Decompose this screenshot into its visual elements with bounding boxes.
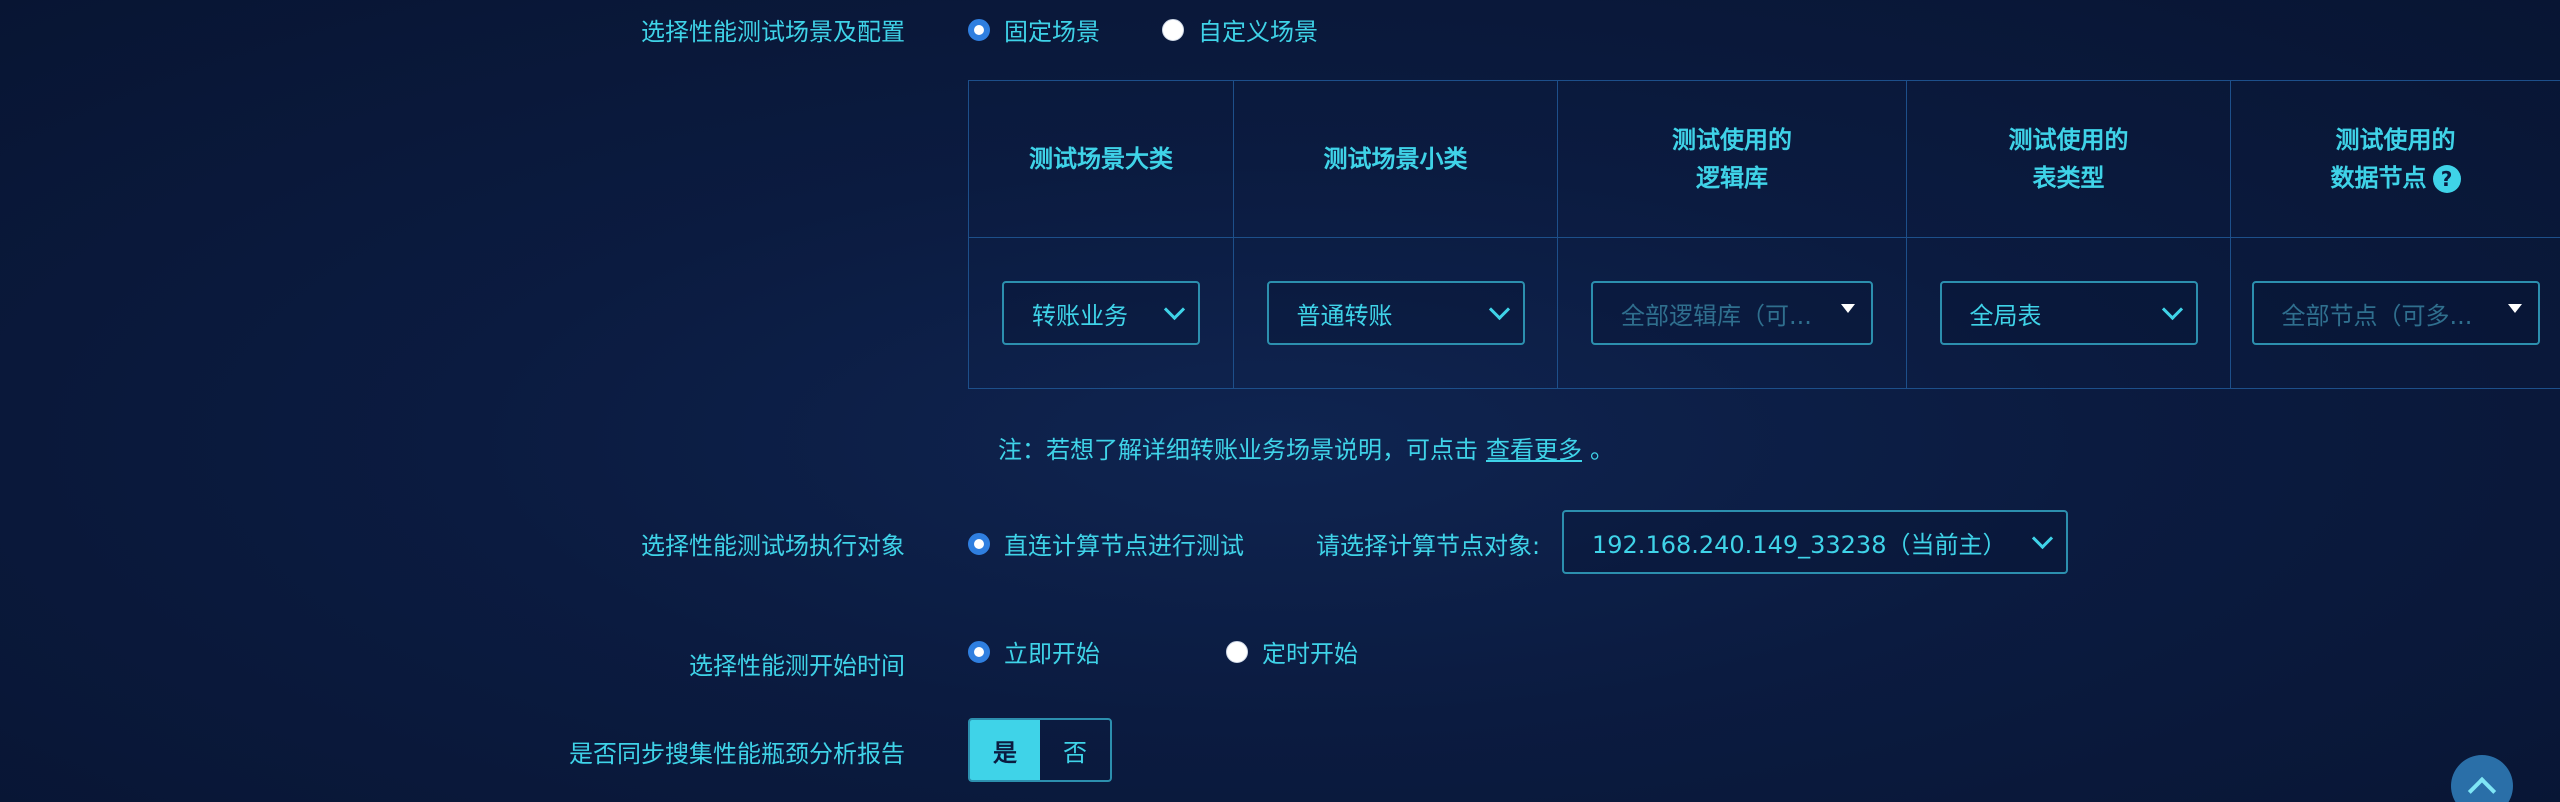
radio-direct-compute-node[interactable]: 直连计算节点进行测试 xyxy=(968,526,1244,561)
compute-node-select[interactable]: 192.168.240.149_33238（当前主） xyxy=(1562,510,2068,574)
radio-label: 定时开始 xyxy=(1262,640,1358,668)
help-icon[interactable]: ? xyxy=(2432,165,2461,193)
scenario-config-table: 测试场景大类 测试场景小类 测试使用的 逻辑库 测试使用的 表类型 测试使用的 数据节… xyxy=(968,80,2560,389)
caret-down-icon xyxy=(1841,303,1855,313)
report-row-label: 是否同步搜集性能瓶颈分析报告 xyxy=(569,740,905,768)
subcategory-select[interactable]: 普通转账 xyxy=(1266,281,1525,345)
radio-label: 自定义场景 xyxy=(1198,18,1318,46)
radio-label: 直连计算节点进行测试 xyxy=(1004,532,1244,560)
scenario-row-label: 选择性能测试场景及配置 xyxy=(641,18,905,46)
note-suffix: 。 xyxy=(1590,436,1614,464)
radio-start-scheduled[interactable]: 定时开始 xyxy=(1226,634,1358,669)
header-data-node: 测试使用的 数据节点? xyxy=(2230,80,2560,238)
logic-db-multiselect[interactable]: 全部逻辑库（可... xyxy=(1591,281,1873,345)
cell-subcategory: 普通转账 xyxy=(1233,237,1558,389)
report-toggle: 是 否 xyxy=(968,718,1112,782)
performance-test-config-page: 选择性能测试场景及配置 固定场景 自定义场景 测试场景大类 测试场景小类 测试使… xyxy=(0,0,2560,802)
toggle-yes-button[interactable]: 是 xyxy=(970,720,1040,780)
header-logic-db: 测试使用的 逻辑库 xyxy=(1557,80,1907,238)
note-text: 注：若想了解详细转账业务场景说明，可点击 xyxy=(998,436,1478,464)
radio-label: 固定场景 xyxy=(1004,18,1100,46)
caret-down-icon xyxy=(2507,303,2522,313)
header-category: 测试场景大类 xyxy=(968,80,1234,238)
compute-node-label: 请选择计算节点对象: xyxy=(1316,532,1541,560)
radio-unchecked-icon xyxy=(1226,640,1248,663)
chevron-down-icon xyxy=(2161,298,2183,320)
cell-category: 转账业务 xyxy=(968,237,1234,389)
table-header-row: 测试场景大类 测试场景小类 测试使用的 逻辑库 测试使用的 表类型 测试使用的 数据节… xyxy=(968,80,2560,238)
table-row: 转账业务 普通转账 全部逻辑库（可... 全局表 全部节点（可多... xyxy=(968,237,2560,389)
radio-label: 立即开始 xyxy=(1004,640,1100,668)
radio-custom-scenario[interactable]: 自定义场景 xyxy=(1162,12,1318,47)
target-row-label: 选择性能测试场执行对象 xyxy=(641,532,905,560)
table-type-select[interactable]: 全局表 xyxy=(1939,281,2198,345)
radio-checked-icon xyxy=(968,640,990,663)
scroll-to-top-icon[interactable] xyxy=(2451,755,2513,802)
chevron-down-icon xyxy=(1163,298,1186,320)
radio-checked-icon xyxy=(968,532,990,555)
view-more-link[interactable]: 查看更多 xyxy=(1486,436,1582,464)
data-node-multiselect[interactable]: 全部节点（可多... xyxy=(2251,281,2540,345)
cell-logic-db: 全部逻辑库（可... xyxy=(1557,237,1907,389)
category-select[interactable]: 转账业务 xyxy=(1002,281,1200,345)
toggle-no-button[interactable]: 否 xyxy=(1040,720,1110,780)
chevron-down-icon xyxy=(1488,298,1510,320)
start-row-label: 选择性能测开始时间 xyxy=(689,652,905,680)
radio-fixed-scenario[interactable]: 固定场景 xyxy=(968,12,1100,47)
cell-table-type: 全局表 xyxy=(1906,237,2231,389)
radio-checked-icon xyxy=(968,18,990,41)
scenario-note: 注：若想了解详细转账业务场景说明，可点击 查看更多。 xyxy=(998,430,1614,465)
chevron-down-icon xyxy=(2031,527,2054,549)
cell-data-node: 全部节点（可多... xyxy=(2230,237,2560,389)
header-subcategory: 测试场景小类 xyxy=(1233,80,1558,238)
radio-start-now[interactable]: 立即开始 xyxy=(968,634,1100,669)
radio-unchecked-icon xyxy=(1162,18,1184,41)
header-table-type: 测试使用的 表类型 xyxy=(1906,80,2231,238)
